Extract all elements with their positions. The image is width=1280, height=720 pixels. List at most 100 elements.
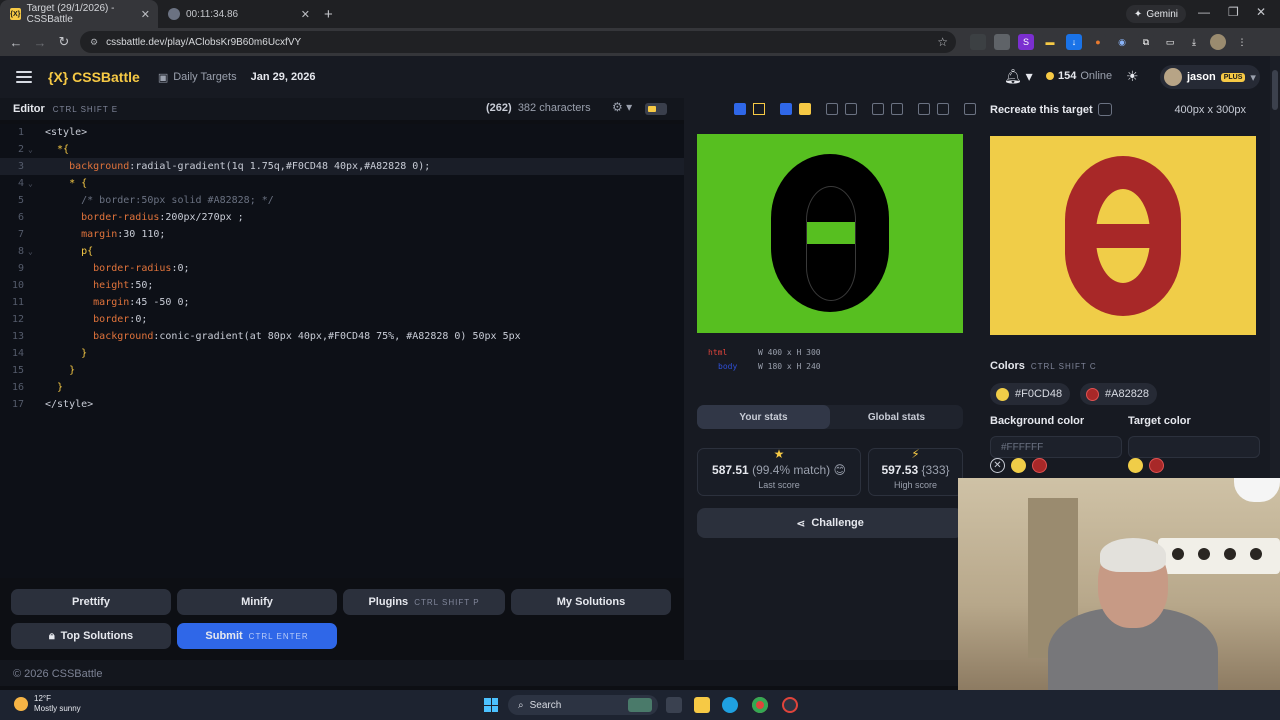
editor-header: Editor CTRL SHIFT E (262) 382 characters… bbox=[0, 98, 684, 120]
highlight-icon[interactable] bbox=[799, 103, 811, 115]
overlay-checkbox[interactable] bbox=[780, 103, 792, 115]
extension-icon[interactable]: ● bbox=[1090, 34, 1106, 50]
forward-icon[interactable]: → bbox=[28, 35, 52, 50]
theme-toggle-icon[interactable]: ☀ bbox=[1126, 68, 1139, 85]
target-image[interactable] bbox=[990, 136, 1256, 335]
plugins-button[interactable]: Plugins CTRL SHIFT P bbox=[343, 589, 505, 615]
side-panel-icon[interactable]: ▭ bbox=[1162, 34, 1178, 50]
code-line[interactable]: 14 } bbox=[0, 345, 684, 362]
last-score-value: 587.51 (99.4% match) 😊 bbox=[698, 463, 860, 477]
code-line[interactable]: 8 ⌄ p{ bbox=[0, 243, 684, 260]
toggle-checkbox[interactable] bbox=[872, 103, 884, 115]
code-line[interactable]: 2 ⌄ *{ bbox=[0, 141, 684, 158]
code-line[interactable]: 10 height:50; bbox=[0, 277, 684, 294]
new-tab-icon[interactable]: + bbox=[324, 6, 333, 23]
gemini-button[interactable]: ✦ Gemini bbox=[1125, 5, 1186, 23]
extension-icon[interactable]: ◉ bbox=[1114, 34, 1130, 50]
maximize-icon[interactable]: ❐ bbox=[1228, 5, 1239, 19]
copy-icon[interactable] bbox=[1098, 103, 1112, 116]
top-solutions-button[interactable]: 🔒︎ Top Solutions bbox=[11, 623, 171, 649]
editor-mode-toggle[interactable] bbox=[645, 103, 667, 115]
url-field[interactable]: ⚙ cssbattle.dev/play/AClobsKr9B60m6UcxfV… bbox=[80, 31, 956, 53]
close-icon[interactable]: ✕ bbox=[301, 8, 310, 21]
weather-widget[interactable]: 12°F Mostly sunny bbox=[14, 694, 81, 714]
code-line[interactable]: 17 </style> bbox=[0, 396, 684, 413]
code-line[interactable]: 5 /* border:50px solid #A82828; */ bbox=[0, 192, 684, 209]
target-color-input[interactable] bbox=[1128, 436, 1260, 458]
hamburger-menu-icon[interactable] bbox=[16, 71, 32, 83]
color-chip-yellow[interactable]: #F0CD48 bbox=[990, 383, 1071, 405]
tab-global-stats[interactable]: Global stats bbox=[830, 405, 963, 429]
user-menu[interactable]: jason PLUS ▾ bbox=[1160, 65, 1260, 89]
puzzle-icon[interactable]: ⧉ bbox=[1138, 34, 1154, 50]
code-line[interactable]: 9 border-radius:0; bbox=[0, 260, 684, 277]
menu-dots-icon[interactable]: ⋮ bbox=[1234, 34, 1250, 50]
extension-icon[interactable] bbox=[994, 34, 1010, 50]
color-chip-red[interactable]: #A82828 bbox=[1080, 383, 1158, 405]
crosshair-icon[interactable] bbox=[845, 103, 857, 115]
code-line[interactable]: 7 margin:30 110; bbox=[0, 226, 684, 243]
bookmark-star-icon[interactable]: ☆ bbox=[937, 35, 948, 49]
tab-cssbattle[interactable]: {X} Target (29/1/2026) - CSSBattle ✕ bbox=[0, 0, 158, 28]
code-line[interactable]: 1 <style> bbox=[0, 124, 684, 141]
code-line[interactable]: 3 background:radial-gradient(1q 1.75q,#F… bbox=[0, 158, 684, 175]
prettify-button[interactable]: Prettify bbox=[11, 589, 171, 615]
char-count-text: 382 characters bbox=[517, 102, 591, 114]
code-token: border bbox=[45, 314, 130, 325]
tab-your-stats[interactable]: Your stats bbox=[697, 405, 830, 429]
close-window-icon[interactable]: ✕ bbox=[1256, 5, 1266, 19]
extension-icon[interactable] bbox=[970, 34, 986, 50]
toggle-checkbox[interactable] bbox=[826, 103, 838, 115]
close-icon[interactable]: ✕ bbox=[141, 8, 150, 21]
toggle-checkbox[interactable] bbox=[964, 103, 976, 115]
fold-chevron-icon[interactable]: ⌄ bbox=[28, 141, 33, 158]
clear-color-icon[interactable]: ✕ bbox=[990, 458, 1005, 473]
code-line[interactable]: 12 border:0; bbox=[0, 311, 684, 328]
diff-icon[interactable] bbox=[753, 103, 765, 115]
reload-icon[interactable]: ↻ bbox=[52, 34, 76, 50]
code-line[interactable]: 11 margin:45 -50 0; bbox=[0, 294, 684, 311]
output-preview[interactable] bbox=[697, 134, 963, 333]
cssbattle-logo[interactable]: {X} CSSBattle bbox=[48, 69, 140, 85]
code-line[interactable]: 13 background:conic-gradient(at 80px 40p… bbox=[0, 328, 684, 345]
color-option-red[interactable] bbox=[1032, 458, 1047, 473]
my-solutions-button[interactable]: My Solutions bbox=[511, 589, 671, 615]
fold-chevron-icon[interactable]: ⌄ bbox=[28, 243, 33, 260]
taskbar-search[interactable]: ⌕ Search bbox=[508, 695, 658, 715]
code-line[interactable]: 6 border-radius:200px/270px ; bbox=[0, 209, 684, 226]
color-option-red[interactable] bbox=[1149, 458, 1164, 473]
fold-chevron-icon[interactable]: ⌄ bbox=[28, 175, 33, 192]
breadcrumb-daily-targets[interactable]: ▣ Daily Targets bbox=[158, 71, 237, 84]
extension-icon[interactable]: S bbox=[1018, 34, 1034, 50]
chrome-icon[interactable] bbox=[752, 697, 768, 713]
site-info-icon[interactable]: ⚙ bbox=[90, 37, 98, 48]
minify-button[interactable]: Minify bbox=[177, 589, 337, 615]
code-line[interactable]: 16 } bbox=[0, 379, 684, 396]
submit-button[interactable]: Submit CTRL ENTER bbox=[177, 623, 337, 649]
color-option-yellow[interactable] bbox=[1011, 458, 1026, 473]
edge-icon[interactable] bbox=[722, 697, 738, 713]
back-icon[interactable]: ← bbox=[4, 35, 28, 50]
code-line[interactable]: 15 } bbox=[0, 362, 684, 379]
editor-settings-gear-icon[interactable]: ⚙ ▾ bbox=[612, 100, 632, 114]
download-icon[interactable]: ⤓ bbox=[1186, 34, 1202, 50]
color-option-yellow[interactable] bbox=[1128, 458, 1143, 473]
extension-icon[interactable]: ▬ bbox=[1042, 34, 1058, 50]
notification-bell-icon[interactable]: 🔔︎ ▾ bbox=[1004, 68, 1033, 85]
code-line[interactable]: 4 ⌄ * { bbox=[0, 175, 684, 192]
task-view-icon[interactable] bbox=[666, 697, 682, 713]
code-editor[interactable]: 1 <style> 2 ⌄ *{3 background:radial-gradien… bbox=[0, 124, 684, 578]
minimize-icon[interactable]: — bbox=[1198, 5, 1210, 19]
tab-timer[interactable]: 00:11:34.86 ✕ bbox=[158, 0, 318, 28]
grid-icon[interactable] bbox=[891, 103, 903, 115]
windows-start-icon[interactable] bbox=[484, 698, 498, 712]
record-app-icon[interactable] bbox=[782, 697, 798, 713]
extension-icon[interactable]: ↓ bbox=[1066, 34, 1082, 50]
layout-icon[interactable] bbox=[937, 103, 949, 115]
slide-compare-checkbox[interactable] bbox=[734, 103, 746, 115]
toggle-checkbox[interactable] bbox=[918, 103, 930, 115]
background-color-input[interactable]: #FFFFFF bbox=[990, 436, 1122, 458]
file-explorer-icon[interactable] bbox=[694, 697, 710, 713]
profile-avatar[interactable] bbox=[1210, 34, 1226, 50]
challenge-button[interactable]: ⋖ Challenge bbox=[697, 508, 963, 538]
